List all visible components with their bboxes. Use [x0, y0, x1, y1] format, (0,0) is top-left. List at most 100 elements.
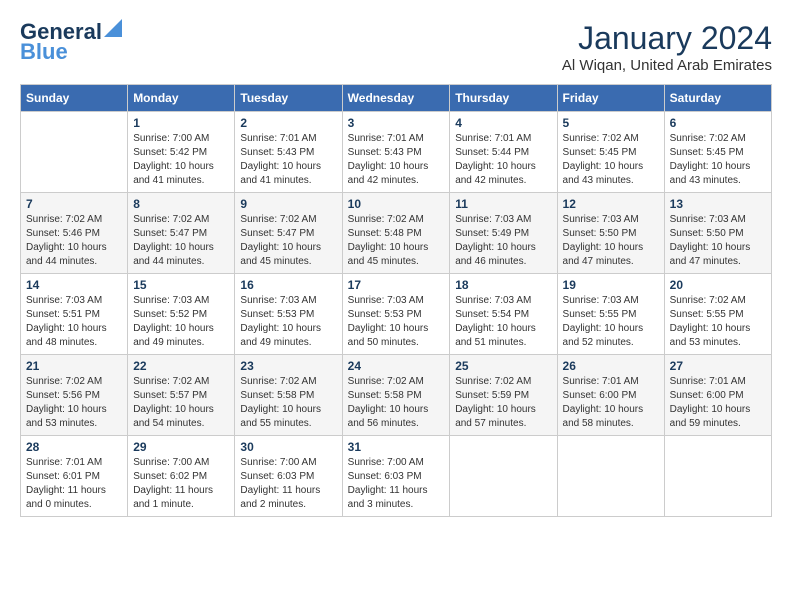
- day-info: Sunrise: 7:02 AM Sunset: 5:45 PM Dayligh…: [670, 132, 766, 188]
- day-number: 1: [133, 116, 229, 130]
- day-info: Sunrise: 7:02 AM Sunset: 5:57 PM Dayligh…: [133, 375, 229, 431]
- calendar-table: SundayMondayTuesdayWednesdayThursdayFrid…: [20, 84, 772, 517]
- day-number: 28: [26, 440, 122, 454]
- day-info: Sunrise: 7:01 AM Sunset: 5:44 PM Dayligh…: [455, 132, 551, 188]
- calendar-cell: 4 Sunrise: 7:01 AM Sunset: 5:44 PM Daylig…: [450, 112, 557, 193]
- day-number: 8: [133, 197, 229, 211]
- day-info: Sunrise: 7:02 AM Sunset: 5:45 PM Dayligh…: [563, 132, 659, 188]
- calendar-row: 21 Sunrise: 7:02 AM Sunset: 5:56 PM Dayli…: [21, 355, 772, 436]
- day-number: 21: [26, 359, 122, 373]
- day-info: Sunrise: 7:02 AM Sunset: 5:46 PM Dayligh…: [26, 213, 122, 269]
- day-info: Sunrise: 7:02 AM Sunset: 5:58 PM Dayligh…: [348, 375, 445, 431]
- calendar-cell: 18 Sunrise: 7:03 AM Sunset: 5:54 PM Dayli…: [450, 274, 557, 355]
- calendar-cell: 5 Sunrise: 7:02 AM Sunset: 5:45 PM Daylig…: [557, 112, 664, 193]
- weekday-header: Sunday: [21, 85, 128, 112]
- day-info: Sunrise: 7:02 AM Sunset: 5:56 PM Dayligh…: [26, 375, 122, 431]
- day-info: Sunrise: 7:02 AM Sunset: 5:47 PM Dayligh…: [240, 213, 336, 269]
- calendar-cell: [450, 436, 557, 517]
- day-info: Sunrise: 7:03 AM Sunset: 5:53 PM Dayligh…: [348, 294, 445, 350]
- day-info: Sunrise: 7:00 AM Sunset: 5:42 PM Dayligh…: [133, 132, 229, 188]
- day-number: 30: [240, 440, 336, 454]
- location: Al Wiqan, United Arab Emirates: [562, 57, 772, 74]
- day-number: 26: [563, 359, 659, 373]
- calendar-cell: 28 Sunrise: 7:01 AM Sunset: 6:01 PM Dayli…: [21, 436, 128, 517]
- day-info: Sunrise: 7:01 AM Sunset: 5:43 PM Dayligh…: [348, 132, 445, 188]
- day-info: Sunrise: 7:00 AM Sunset: 6:03 PM Dayligh…: [240, 456, 336, 512]
- calendar-cell: 31 Sunrise: 7:00 AM Sunset: 6:03 PM Dayli…: [342, 436, 450, 517]
- day-info: Sunrise: 7:03 AM Sunset: 5:51 PM Dayligh…: [26, 294, 122, 350]
- day-number: 7: [26, 197, 122, 211]
- day-number: 17: [348, 278, 445, 292]
- page-header: General Blue January 2024 Al Wiqan, Unit…: [20, 20, 772, 74]
- day-info: Sunrise: 7:03 AM Sunset: 5:54 PM Dayligh…: [455, 294, 551, 350]
- day-number: 19: [563, 278, 659, 292]
- calendar-cell: 23Sunrise: 7:02 AM Sunset: 5:58 PM Dayli…: [235, 355, 342, 436]
- day-number: 6: [670, 116, 766, 130]
- calendar-cell: 9 Sunrise: 7:02 AM Sunset: 5:47 PM Daylig…: [235, 193, 342, 274]
- weekday-header: Monday: [128, 85, 235, 112]
- calendar-cell: 3 Sunrise: 7:01 AM Sunset: 5:43 PM Daylig…: [342, 112, 450, 193]
- day-info: Sunrise: 7:03 AM Sunset: 5:55 PM Dayligh…: [563, 294, 659, 350]
- day-number: 16: [240, 278, 336, 292]
- calendar-cell: 10Sunrise: 7:02 AM Sunset: 5:48 PM Dayli…: [342, 193, 450, 274]
- day-info: Sunrise: 7:02 AM Sunset: 5:48 PM Dayligh…: [348, 213, 445, 269]
- calendar-cell: 24Sunrise: 7:02 AM Sunset: 5:58 PM Dayli…: [342, 355, 450, 436]
- day-info: Sunrise: 7:02 AM Sunset: 5:59 PM Dayligh…: [455, 375, 551, 431]
- day-number: 12: [563, 197, 659, 211]
- calendar-cell: 17 Sunrise: 7:03 AM Sunset: 5:53 PM Dayli…: [342, 274, 450, 355]
- weekday-header: Thursday: [450, 85, 557, 112]
- calendar-cell: 27Sunrise: 7:01 AM Sunset: 6:00 PM Dayli…: [664, 355, 771, 436]
- day-info: Sunrise: 7:01 AM Sunset: 6:00 PM Dayligh…: [563, 375, 659, 431]
- calendar-cell: [664, 436, 771, 517]
- day-number: 9: [240, 197, 336, 211]
- logo-bird-icon: [104, 19, 122, 37]
- title-block: January 2024 Al Wiqan, United Arab Emira…: [562, 20, 772, 74]
- calendar-cell: 14Sunrise: 7:03 AM Sunset: 5:51 PM Dayli…: [21, 274, 128, 355]
- day-info: Sunrise: 7:03 AM Sunset: 5:52 PM Dayligh…: [133, 294, 229, 350]
- calendar-cell: 1 Sunrise: 7:00 AM Sunset: 5:42 PM Daylig…: [128, 112, 235, 193]
- calendar-row: 14Sunrise: 7:03 AM Sunset: 5:51 PM Dayli…: [21, 274, 772, 355]
- logo: General Blue: [20, 20, 122, 64]
- day-number: 13: [670, 197, 766, 211]
- calendar-cell: 13 Sunrise: 7:03 AM Sunset: 5:50 PM Dayli…: [664, 193, 771, 274]
- day-number: 4: [455, 116, 551, 130]
- day-number: 22: [133, 359, 229, 373]
- logo-text-blue: Blue: [20, 40, 68, 64]
- weekday-header: Friday: [557, 85, 664, 112]
- calendar-row: 28 Sunrise: 7:01 AM Sunset: 6:01 PM Dayli…: [21, 436, 772, 517]
- calendar-cell: [21, 112, 128, 193]
- day-number: 5: [563, 116, 659, 130]
- day-info: Sunrise: 7:02 AM Sunset: 5:55 PM Dayligh…: [670, 294, 766, 350]
- day-info: Sunrise: 7:03 AM Sunset: 5:50 PM Dayligh…: [670, 213, 766, 269]
- month-title: January 2024: [562, 20, 772, 57]
- calendar-cell: 29Sunrise: 7:00 AM Sunset: 6:02 PM Dayli…: [128, 436, 235, 517]
- weekday-header: Tuesday: [235, 85, 342, 112]
- day-info: Sunrise: 7:03 AM Sunset: 5:49 PM Dayligh…: [455, 213, 551, 269]
- day-number: 25: [455, 359, 551, 373]
- calendar-row: 1 Sunrise: 7:00 AM Sunset: 5:42 PM Daylig…: [21, 112, 772, 193]
- day-number: 31: [348, 440, 445, 454]
- calendar-cell: 12Sunrise: 7:03 AM Sunset: 5:50 PM Dayli…: [557, 193, 664, 274]
- day-number: 2: [240, 116, 336, 130]
- day-number: 11: [455, 197, 551, 211]
- calendar-cell: 21 Sunrise: 7:02 AM Sunset: 5:56 PM Dayli…: [21, 355, 128, 436]
- day-number: 3: [348, 116, 445, 130]
- calendar-cell: 7 Sunrise: 7:02 AM Sunset: 5:46 PM Daylig…: [21, 193, 128, 274]
- day-info: Sunrise: 7:02 AM Sunset: 5:58 PM Dayligh…: [240, 375, 336, 431]
- calendar-cell: 16 Sunrise: 7:03 AM Sunset: 5:53 PM Dayli…: [235, 274, 342, 355]
- day-info: Sunrise: 7:00 AM Sunset: 6:03 PM Dayligh…: [348, 456, 445, 512]
- day-info: Sunrise: 7:03 AM Sunset: 5:53 PM Dayligh…: [240, 294, 336, 350]
- calendar-cell: 2 Sunrise: 7:01 AM Sunset: 5:43 PM Daylig…: [235, 112, 342, 193]
- calendar-cell: 20Sunrise: 7:02 AM Sunset: 5:55 PM Dayli…: [664, 274, 771, 355]
- weekday-header: Wednesday: [342, 85, 450, 112]
- weekday-header: Saturday: [664, 85, 771, 112]
- calendar-cell: 19 Sunrise: 7:03 AM Sunset: 5:55 PM Dayli…: [557, 274, 664, 355]
- day-info: Sunrise: 7:01 AM Sunset: 6:01 PM Dayligh…: [26, 456, 122, 512]
- calendar-cell: 8Sunrise: 7:02 AM Sunset: 5:47 PM Daylig…: [128, 193, 235, 274]
- day-info: Sunrise: 7:01 AM Sunset: 5:43 PM Dayligh…: [240, 132, 336, 188]
- day-number: 15: [133, 278, 229, 292]
- calendar-cell: [557, 436, 664, 517]
- calendar-row: 7 Sunrise: 7:02 AM Sunset: 5:46 PM Daylig…: [21, 193, 772, 274]
- day-number: 18: [455, 278, 551, 292]
- calendar-cell: 6 Sunrise: 7:02 AM Sunset: 5:45 PM Daylig…: [664, 112, 771, 193]
